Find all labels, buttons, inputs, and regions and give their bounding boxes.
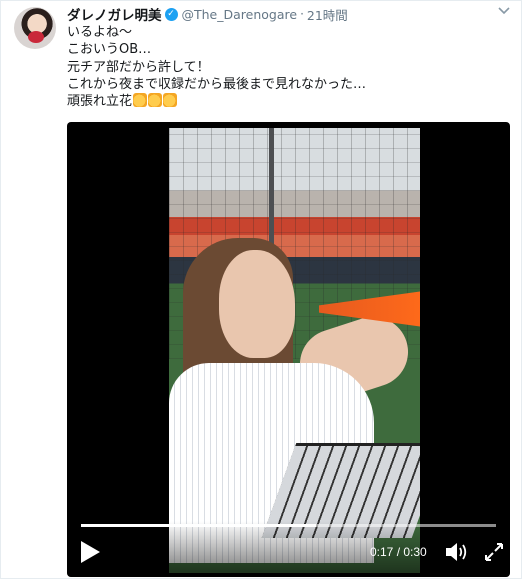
video-player[interactable]: 0:17 / 0:30: [67, 122, 510, 577]
tweet-text: いるよね～ こおいうOB… 元チア部だから許して！ これから夜まで収録だから最後…: [67, 24, 507, 110]
verified-badge-icon: ✓: [164, 7, 178, 21]
speaker-icon: [446, 543, 467, 561]
time-readout: 0:17 / 0:30: [370, 545, 427, 559]
tweet-text-line: これから夜まで収録だから最後まで見れなかった…: [67, 76, 367, 92]
clapping-hands-icon: [163, 93, 178, 108]
video-frame: [169, 128, 420, 573]
tweet: ダレノガレ明美 ✓ @The_Darenogare · 21時間 いるよね～ こ…: [0, 0, 522, 579]
duration: 0:30: [403, 545, 427, 559]
username-handle[interactable]: @The_Darenogare: [182, 7, 298, 22]
tweet-text-line: いるよね～: [67, 25, 133, 40]
tweet-text-line-last: 頑張れ立花: [67, 93, 507, 110]
chevron-down-icon[interactable]: [497, 5, 511, 19]
clapping-hands-icon: [133, 93, 148, 108]
separator-dot: ·: [300, 7, 304, 21]
tweet-text-line: こおいうOB…: [67, 42, 152, 58]
play-icon: [81, 541, 100, 563]
timestamp[interactable]: 21時間: [307, 5, 348, 24]
volume-button[interactable]: [444, 541, 468, 563]
fullscreen-button[interactable]: [483, 541, 505, 563]
display-name[interactable]: ダレノガレ明美: [67, 4, 162, 24]
time-separator: /: [393, 545, 404, 559]
tweet-header: ダレノガレ明美 ✓ @The_Darenogare · 21時間: [67, 4, 348, 25]
video-controls: 0:17 / 0:30: [67, 521, 510, 577]
avatar[interactable]: [14, 7, 56, 49]
current-time: 0:17: [370, 545, 394, 559]
progress-bar[interactable]: [81, 524, 496, 527]
tweet-text-line: 元チア部だから許して！: [67, 59, 210, 75]
play-button[interactable]: [79, 540, 101, 564]
expand-icon: [485, 543, 503, 561]
clapping-hands-icon: [148, 93, 163, 108]
tweet-text-line: 頑張れ立花: [67, 94, 133, 110]
progress-fill: [81, 524, 317, 527]
